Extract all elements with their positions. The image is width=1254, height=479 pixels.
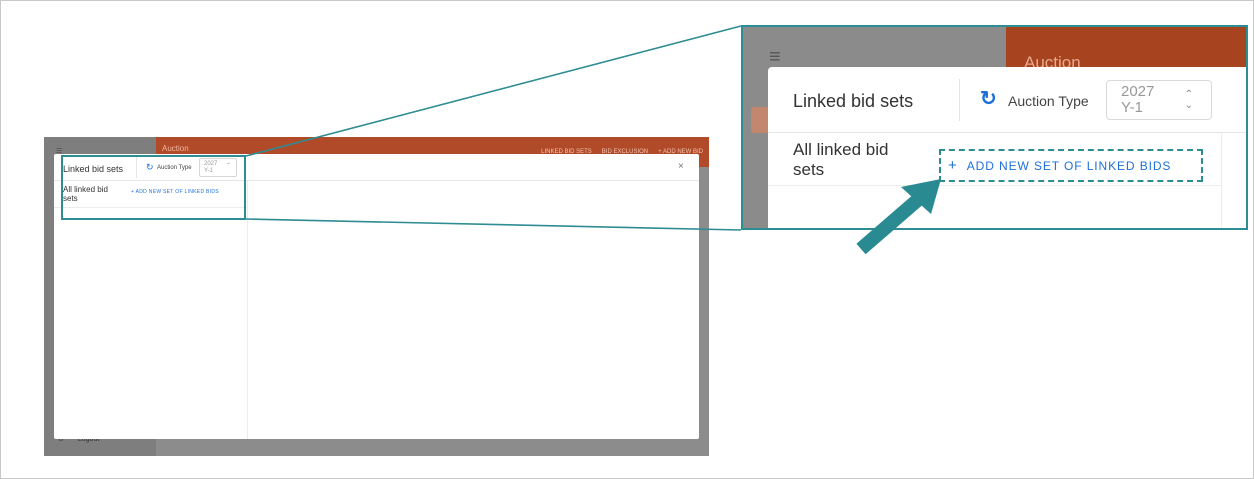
close-icon[interactable]: × (678, 161, 684, 172)
dialog-header: Linked bid sets ↻ Auction Type 2027 Y-1 … (768, 67, 1246, 133)
chevron-up-down-icon: ⌃ ⌄ (1184, 89, 1193, 111)
plus-icon: + (948, 157, 957, 174)
hamburger-icon[interactable]: ≡ (769, 47, 781, 67)
divider (959, 79, 960, 121)
zoomed-callout: ≡ Auction Linked bid sets ↻ Auction Type… (741, 25, 1248, 230)
refresh-icon[interactable]: ↻ (980, 86, 997, 111)
add-new-set-label: ADD NEW SET OF LINKED BIDS (966, 158, 1172, 173)
auction-type-label: Auction Type (1008, 93, 1089, 109)
header-title: Auction (162, 144, 189, 153)
app-header: Auction (1006, 27, 1246, 72)
divider (1221, 133, 1222, 228)
auction-type-value: 2027 Y-1 (1121, 83, 1155, 116)
dialog-title: Linked bid sets (793, 91, 914, 111)
highlight-box (61, 155, 246, 220)
linked-bid-sets-dialog: Linked bid sets ↻ Auction Type 2027 Y-1 … (768, 67, 1246, 228)
all-linked-bid-sets-label: All linked bid sets (793, 140, 889, 179)
add-new-set-button[interactable]: + ADD NEW SET OF LINKED BIDS (939, 149, 1203, 182)
divider (768, 185, 1221, 186)
canvas: ≡ ⊖ Logout Auction LINKED BID SETS BID E… (0, 0, 1254, 479)
auction-type-select[interactable]: 2027 Y-1 ⌃ ⌄ (1106, 80, 1212, 120)
